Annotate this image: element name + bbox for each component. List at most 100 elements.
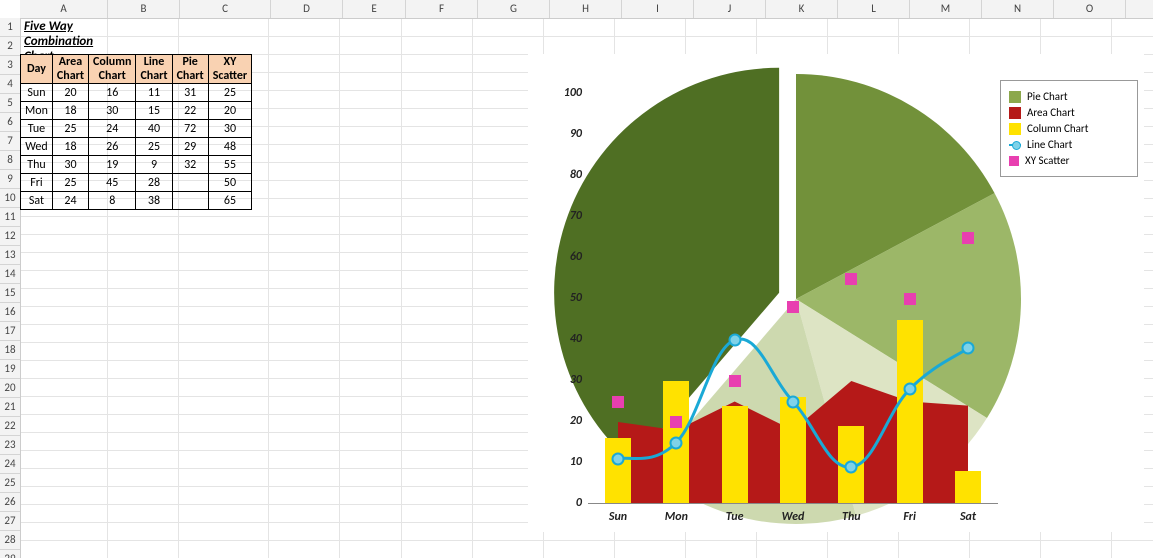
table-cell[interactable]: 50 <box>208 174 251 192</box>
row-header-23[interactable]: 23 <box>0 436 20 455</box>
row-header-7[interactable]: 7 <box>0 132 20 151</box>
table-cell[interactable]: 30 <box>52 156 88 174</box>
table-cell[interactable]: 29 <box>172 138 208 156</box>
col-header-A[interactable]: A <box>20 0 108 18</box>
row-header-27[interactable]: 27 <box>0 512 20 531</box>
col-header-C[interactable]: C <box>180 0 271 18</box>
table-cell[interactable]: 20 <box>52 84 88 102</box>
col-header-D[interactable]: D <box>271 0 343 18</box>
table-cell[interactable]: 72 <box>172 120 208 138</box>
table-cell[interactable]: Thu <box>21 156 53 174</box>
table-row[interactable]: Wed1826252948 <box>21 138 252 156</box>
table-row[interactable]: Sat2483865 <box>21 192 252 210</box>
table-cell[interactable]: 55 <box>208 156 251 174</box>
row-header-18[interactable]: 18 <box>0 341 20 360</box>
row-header-25[interactable]: 25 <box>0 474 20 493</box>
row-header-6[interactable]: 6 <box>0 113 20 132</box>
table-cell[interactable]: 15 <box>136 102 172 120</box>
row-header-9[interactable]: 9 <box>0 170 20 189</box>
row-header-22[interactable]: 22 <box>0 417 20 436</box>
table-cell[interactable]: 18 <box>52 102 88 120</box>
col-header-H[interactable]: H <box>550 0 622 18</box>
table-header[interactable]: Column Chart <box>89 55 136 84</box>
table-header[interactable]: XY Scatter <box>208 55 251 84</box>
row-header-15[interactable]: 15 <box>0 284 20 303</box>
table-row[interactable]: Thu301993255 <box>21 156 252 174</box>
table-cell[interactable]: 45 <box>89 174 136 192</box>
column-headers[interactable]: ABCDEFGHIJKLMNOP <box>20 0 1153 19</box>
legend-item-scatter[interactable]: XY Scatter <box>1009 154 1129 167</box>
table-row[interactable]: Mon1830152220 <box>21 102 252 120</box>
table-cell[interactable]: 18 <box>52 138 88 156</box>
col-header-I[interactable]: I <box>622 0 694 18</box>
table-cell[interactable]: 8 <box>89 192 136 210</box>
table-row[interactable]: Sun2016113125 <box>21 84 252 102</box>
col-header-F[interactable]: F <box>406 0 478 18</box>
row-header-8[interactable]: 8 <box>0 151 20 170</box>
row-header-26[interactable]: 26 <box>0 493 20 512</box>
table-cell[interactable]: 25 <box>136 138 172 156</box>
table-cell[interactable]: Wed <box>21 138 53 156</box>
col-header-G[interactable]: G <box>478 0 550 18</box>
row-header-5[interactable]: 5 <box>0 94 20 113</box>
table-cell[interactable]: 65 <box>208 192 251 210</box>
col-header-P[interactable]: P <box>1126 0 1153 18</box>
table-cell[interactable]: Fri <box>21 174 53 192</box>
legend-item-pie[interactable]: Pie Chart <box>1009 90 1129 103</box>
table-cell[interactable]: 38 <box>136 192 172 210</box>
col-header-O[interactable]: O <box>1054 0 1126 18</box>
row-header-17[interactable]: 17 <box>0 322 20 341</box>
legend-item-line[interactable]: Line Chart <box>1009 138 1129 151</box>
table-cell[interactable]: 24 <box>52 192 88 210</box>
table-cell[interactable]: Mon <box>21 102 53 120</box>
table-cell[interactable]: 25 <box>52 120 88 138</box>
table-cell[interactable]: 11 <box>136 84 172 102</box>
row-header-12[interactable]: 12 <box>0 227 20 246</box>
row-headers[interactable]: 1234567891011121314151617181920212223242… <box>0 18 21 558</box>
table-row[interactable]: Tue2524407230 <box>21 120 252 138</box>
data-table[interactable]: DayArea ChartColumn ChartLine ChartPie C… <box>20 54 252 210</box>
table-cell[interactable]: 30 <box>89 102 136 120</box>
table-cell[interactable]: 26 <box>89 138 136 156</box>
table-cell[interactable]: 25 <box>52 174 88 192</box>
col-header-E[interactable]: E <box>343 0 406 18</box>
table-header[interactable]: Pie Chart <box>172 55 208 84</box>
col-header-N[interactable]: N <box>982 0 1054 18</box>
row-header-10[interactable]: 10 <box>0 189 20 208</box>
table-cell[interactable]: 24 <box>89 120 136 138</box>
row-header-24[interactable]: 24 <box>0 455 20 474</box>
row-header-21[interactable]: 21 <box>0 398 20 417</box>
table-cell[interactable] <box>172 192 208 210</box>
row-header-13[interactable]: 13 <box>0 246 20 265</box>
col-header-J[interactable]: J <box>694 0 766 18</box>
row-header-14[interactable]: 14 <box>0 265 20 284</box>
table-cell[interactable]: 9 <box>136 156 172 174</box>
table-header[interactable]: Day <box>21 55 53 84</box>
row-header-19[interactable]: 19 <box>0 360 20 379</box>
table-header[interactable]: Line Chart <box>136 55 172 84</box>
table-header[interactable]: Area Chart <box>52 55 88 84</box>
row-header-2[interactable]: 2 <box>0 37 20 56</box>
table-cell[interactable]: 20 <box>208 102 251 120</box>
table-cell[interactable]: 16 <box>89 84 136 102</box>
table-cell[interactable]: 32 <box>172 156 208 174</box>
table-cell[interactable] <box>172 174 208 192</box>
table-cell[interactable]: Sun <box>21 84 53 102</box>
chart-legend[interactable]: Pie Chart Area Chart Column Chart Line C… <box>1000 80 1138 177</box>
col-header-K[interactable]: K <box>766 0 838 18</box>
row-header-3[interactable]: 3 <box>0 56 20 75</box>
row-header-11[interactable]: 11 <box>0 208 20 227</box>
row-header-16[interactable]: 16 <box>0 303 20 322</box>
combo-chart[interactable]: 0102030405060708090100 SunMonTueWedThuFr… <box>528 54 1144 532</box>
col-header-L[interactable]: L <box>838 0 910 18</box>
legend-item-column[interactable]: Column Chart <box>1009 122 1129 135</box>
row-header-1[interactable]: 1 <box>0 18 20 37</box>
table-cell[interactable]: 22 <box>172 102 208 120</box>
table-cell[interactable]: 40 <box>136 120 172 138</box>
table-row[interactable]: Fri25452850 <box>21 174 252 192</box>
legend-item-area[interactable]: Area Chart <box>1009 106 1129 119</box>
row-header-28[interactable]: 28 <box>0 531 20 550</box>
table-cell[interactable]: Tue <box>21 120 53 138</box>
table-cell[interactable]: 19 <box>89 156 136 174</box>
col-header-B[interactable]: B <box>108 0 180 18</box>
